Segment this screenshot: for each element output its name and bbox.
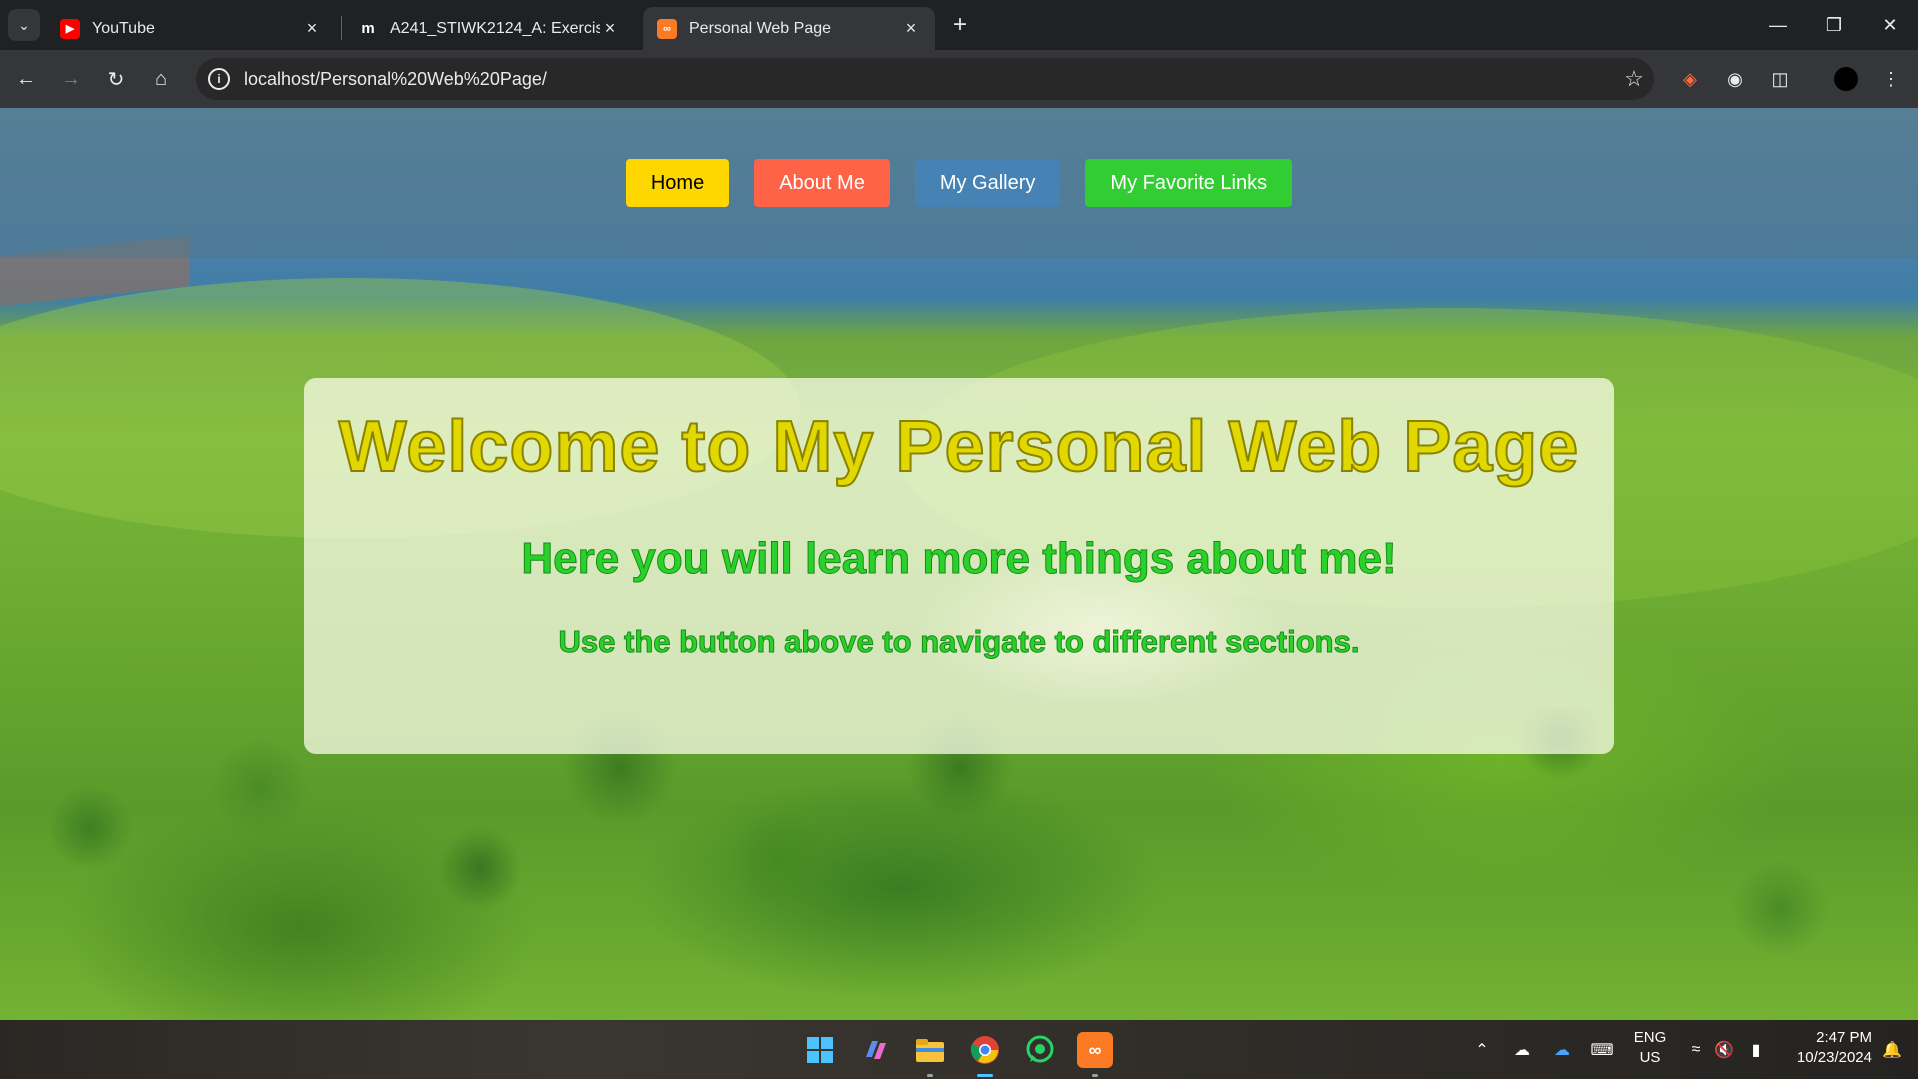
tab-title: A241_STIWK2124_A: Exercise 1 [390,19,600,37]
tab-youtube[interactable]: ▶ YouTube × [46,7,336,50]
windows-taskbar: ∞ ⌃ ☁ ☁ ⌨ ENG US ≈ 🔇 ▮ 2:47 PM 10/23/202… [0,1020,1918,1079]
close-window-icon[interactable]: ✕ [1862,0,1918,50]
site-navbar: Home About Me My Gallery My Favorite Lin… [0,108,1918,258]
system-clock[interactable]: 2:47 PM 10/23/2024 [1782,1028,1872,1068]
tab-personal-web-page[interactable]: ∞ Personal Web Page × [643,7,935,50]
welcome-panel: Welcome to My Personal Web Page Here you… [304,378,1614,754]
background-trees [0,708,1918,1020]
speaker-muted-icon[interactable]: 🔇 [1712,1036,1736,1064]
youtube-icon: ▶ [60,18,80,39]
address-bar[interactable]: i localhost/Personal%20Web%20Page/ ☆ [196,58,1654,100]
chrome-icon[interactable] [967,1032,1003,1068]
page-subtitle: Here you will learn more things about me… [521,534,1397,584]
language-code: ENG [1633,1029,1667,1046]
browser-toolbar: ← → ↻ ⌂ i localhost/Personal%20Web%20Pag… [0,50,1918,108]
battery-icon[interactable]: ▮ [1744,1036,1768,1064]
region-code: US [1639,1049,1661,1066]
my-gallery-button[interactable]: My Gallery [914,159,1061,207]
forward-arrow-icon[interactable]: → [55,63,87,95]
onedrive-personal-cloud-icon[interactable]: ☁ [1508,1036,1536,1064]
file-explorer-icon[interactable] [912,1032,948,1068]
extension-avatar-icon[interactable]: ◉ [1721,65,1749,93]
clock-time: 2:47 PM [1816,1029,1872,1046]
profile-avatar[interactable] [1832,65,1860,93]
windows-start-icon[interactable] [802,1032,838,1068]
copilot-icon[interactable] [857,1032,893,1068]
tab-search-chevron-icon[interactable]: ⌄ [8,9,40,41]
my-favorite-links-button[interactable]: My Favorite Links [1085,159,1293,207]
navigation-hint: Use the button above to navigate to diff… [558,624,1360,660]
active-app-indicator [977,1074,993,1077]
whatsapp-icon[interactable] [1022,1032,1058,1068]
tab-moodle-exercise[interactable]: m A241_STIWK2124_A: Exercise 1 × [344,7,634,50]
new-tab-plus-icon[interactable]: + [945,10,975,40]
page-title: Welcome to My Personal Web Page [338,406,1580,488]
moodle-icon: m [361,20,375,37]
tab-title: Personal Web Page [689,19,832,37]
close-tab-icon[interactable]: × [901,18,921,39]
home-icon[interactable]: ⌂ [145,63,177,95]
clock-date: 10/23/2024 [1796,1049,1872,1066]
close-tab-icon[interactable]: × [302,18,322,39]
back-arrow-icon[interactable]: ← [10,63,42,95]
url-text[interactable]: localhost/Personal%20Web%20Page/ [244,69,1614,90]
site-info-icon[interactable]: i [208,68,230,90]
minimize-icon[interactable]: — [1750,0,1806,50]
keyboard-icon[interactable]: ⌨ [1588,1036,1616,1064]
about-me-button[interactable]: About Me [754,159,890,207]
tab-title: YouTube [92,19,155,37]
page-viewport: Home About Me My Gallery My Favorite Lin… [0,108,1918,1020]
nav-button-group: Home About Me My Gallery My Favorite Lin… [0,159,1918,207]
close-tab-icon[interactable]: × [600,18,620,39]
xampp-icon[interactable]: ∞ [1077,1032,1113,1068]
running-indicator [927,1074,933,1077]
extensions-puzzle-icon[interactable]: ◫ [1766,65,1794,93]
tab-divider [341,16,342,40]
reload-icon[interactable]: ↻ [100,63,132,95]
restore-icon[interactable]: ❐ [1806,0,1862,50]
xampp-icon: ∞ [657,18,677,39]
running-indicator [1092,1074,1098,1077]
extension-layers-icon[interactable]: ◈ [1676,65,1704,93]
onedrive-business-cloud-icon[interactable]: ☁ [1548,1036,1576,1064]
bookmark-star-icon[interactable]: ☆ [1614,66,1654,92]
wifi-icon[interactable]: ≈ [1684,1036,1708,1064]
home-button[interactable]: Home [625,159,730,207]
input-language-indicator[interactable]: ENG US [1630,1028,1670,1068]
notification-bell-icon[interactable]: 🔔 [1878,1036,1906,1064]
show-hidden-icons-chevron-icon[interactable]: ⌃ [1470,1036,1494,1064]
browser-tab-strip: ⌄ ▶ YouTube × m A241_STIWK2124_A: Exerci… [0,0,1918,50]
menu-kebab-icon[interactable]: ⋮ [1877,65,1905,93]
